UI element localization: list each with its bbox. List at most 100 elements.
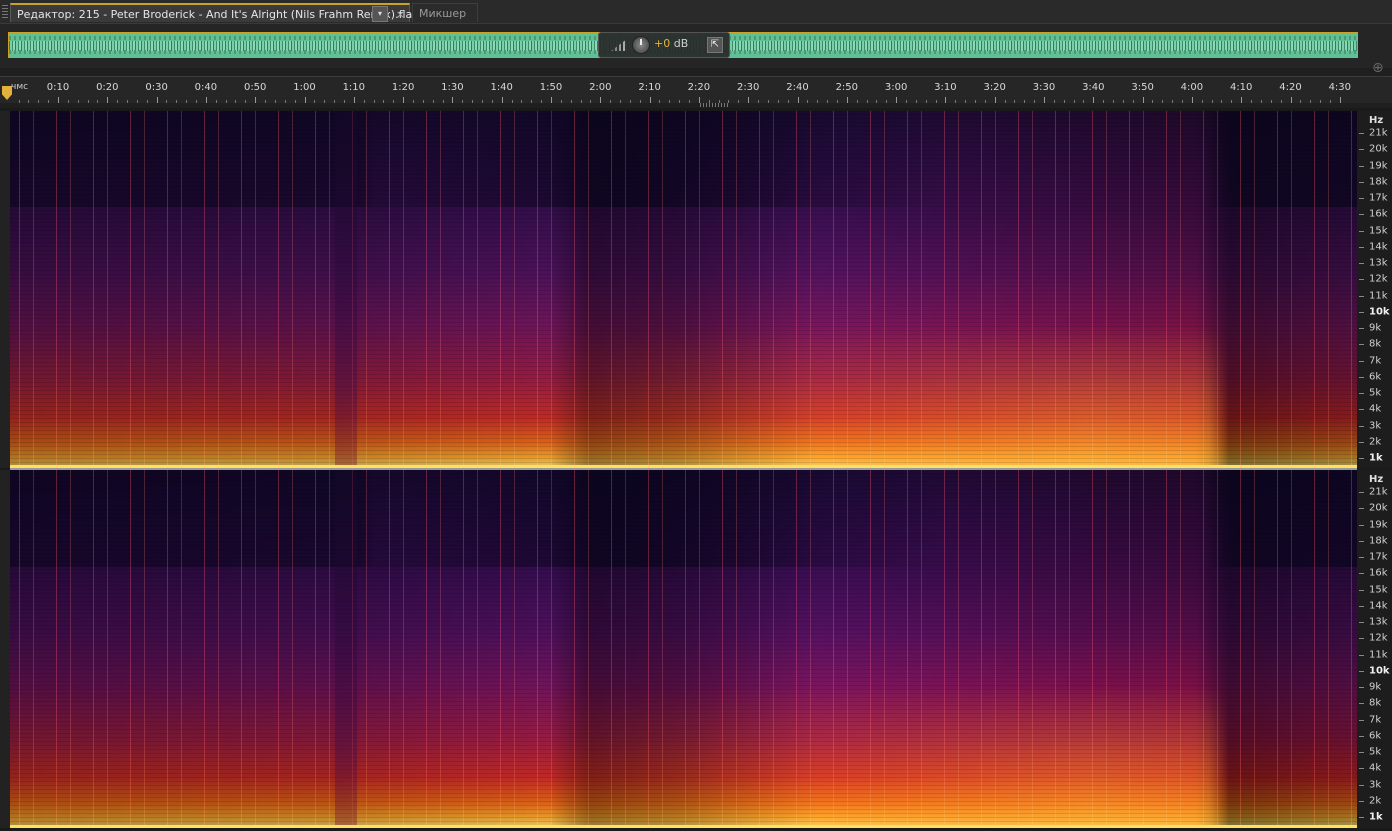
timeline-tick-label: 0:40 bbox=[194, 82, 218, 93]
timeline-tick-major bbox=[156, 97, 158, 103]
frequency-label: 2k bbox=[1369, 436, 1382, 448]
timeline-tick-minor bbox=[856, 100, 858, 103]
frequency-label: 16k bbox=[1369, 208, 1388, 220]
timeline-tick-label: 3:00 bbox=[884, 82, 908, 93]
timeline-tick-minor bbox=[1182, 100, 1184, 103]
frequency-label: 6k bbox=[1369, 730, 1382, 742]
frequency-unit: Hz bbox=[1369, 474, 1384, 485]
timeline-tick-minor bbox=[886, 100, 888, 103]
timeline-ruler[interactable]: чмс 0:10 0:20 0:30 0:40 0:50 1:00 1:10 1:20 1:30… bbox=[0, 76, 1392, 176]
timeline-tick-label: 2:20 bbox=[687, 82, 711, 93]
timeline-tick-major bbox=[1142, 97, 1144, 103]
close-icon[interactable]: × bbox=[396, 5, 405, 24]
frequency-unit: Hz bbox=[1369, 115, 1384, 126]
spectrogram-baseline bbox=[10, 825, 1357, 828]
tab-editor-label: Редактор: 215 - Peter Broderick - And It… bbox=[17, 8, 419, 21]
frequency-label: 2k bbox=[1369, 795, 1382, 807]
timeline-tick-minor bbox=[373, 100, 375, 103]
frequency-tick bbox=[1359, 181, 1364, 183]
chevron-down-icon[interactable]: ▾ bbox=[372, 6, 388, 22]
timeline-tick-label: 0:50 bbox=[243, 82, 267, 93]
frequency-tick bbox=[1359, 328, 1364, 329]
frequency-label: 19k bbox=[1369, 160, 1388, 171]
spectrogram-gap bbox=[335, 111, 357, 468]
timeline-tick-minor bbox=[1320, 100, 1322, 103]
frequency-label: 1k bbox=[1369, 811, 1383, 823]
frequency-label: 20k bbox=[1369, 502, 1388, 514]
timeline-tick-major bbox=[107, 97, 109, 103]
frequency-tick bbox=[1359, 768, 1364, 770]
frequency-label: 5k bbox=[1369, 387, 1382, 399]
spectral-view[interactable]: Hz 21k 20k 19k 18k 17k 16k 15k 14k 13k 12k 11k 10k 9… bbox=[0, 108, 1392, 831]
timeline-tick-minor bbox=[1231, 100, 1233, 103]
timeline-tick-label: 3:40 bbox=[1082, 82, 1105, 93]
volume-hud: +0 dB ⇱ bbox=[598, 32, 730, 58]
frequency-label: 3k bbox=[1369, 779, 1382, 790]
timeline-tick-minor bbox=[580, 100, 582, 103]
frequency-tick bbox=[1359, 557, 1364, 558]
spectrogram-harmonics bbox=[10, 470, 1357, 828]
timeline-tick-minor bbox=[215, 100, 217, 103]
tab-editor[interactable]: Редактор: 215 - Peter Broderick - And It… bbox=[10, 3, 418, 24]
timeline-tick-minor bbox=[127, 100, 129, 103]
timeline-tick-minor bbox=[1162, 100, 1164, 103]
timeline-tick-minor bbox=[97, 100, 99, 103]
volume-knob[interactable] bbox=[632, 36, 650, 54]
timeline-tick-minor bbox=[38, 100, 40, 103]
timeline-tick-minor bbox=[955, 100, 957, 103]
timeline-tick-label: 4:10 bbox=[1229, 82, 1253, 93]
frequency-label: 21k bbox=[1369, 127, 1388, 139]
timeline-tick-minor bbox=[225, 100, 227, 103]
frequency-label: 14k bbox=[1369, 600, 1388, 612]
timeline-tick-minor bbox=[1251, 100, 1253, 103]
timeline-tick-label: 3:30 bbox=[1032, 82, 1056, 93]
timeline-tick-major bbox=[353, 97, 355, 103]
timeline-tick-minor bbox=[383, 100, 385, 103]
timeline-tick-minor bbox=[28, 100, 30, 103]
frequency-tick bbox=[1359, 149, 1364, 151]
timeline-tick-minor bbox=[412, 100, 414, 103]
timeline-tick-label: 0:10 bbox=[46, 82, 70, 93]
frequency-tick bbox=[1359, 295, 1364, 297]
timeline-tick-minor bbox=[1024, 100, 1026, 103]
timeline-tick-minor bbox=[610, 100, 612, 103]
timeline-tick-minor bbox=[334, 100, 336, 103]
timeline-tick-minor bbox=[472, 100, 474, 103]
timeline-tick-minor bbox=[1300, 100, 1302, 103]
timeline-tick-label: 1:10 bbox=[342, 82, 366, 93]
timeline-tick-minor bbox=[629, 100, 631, 103]
timeline-tick-major bbox=[1044, 97, 1045, 103]
timeline-tick-label: 1:20 bbox=[391, 82, 415, 93]
frequency-tick bbox=[1359, 784, 1364, 786]
timeline-tick-label: 3:20 bbox=[983, 82, 1006, 93]
zoom-icon[interactable]: ⊕ bbox=[1372, 60, 1384, 76]
timeline-tick-minor bbox=[324, 100, 326, 103]
timeline-tick-minor bbox=[432, 100, 434, 103]
timeline-tick-label: 1:00 bbox=[293, 82, 316, 93]
volume-value: +0 bbox=[654, 37, 671, 50]
timeline-tick-minor bbox=[1103, 100, 1105, 103]
timeline-tick-minor bbox=[481, 100, 483, 103]
timeline-tick-label: 3:50 bbox=[1131, 82, 1154, 93]
timeline-tick-minor bbox=[343, 100, 345, 103]
frequency-tick bbox=[1359, 198, 1364, 199]
timeline-tick-major bbox=[748, 97, 750, 103]
timeline-tick-minor bbox=[1211, 100, 1213, 103]
timeline-tick-minor bbox=[777, 100, 779, 103]
level-meter-icon bbox=[611, 39, 627, 51]
timeline-tick-minor bbox=[925, 100, 927, 103]
timeline-tick-minor bbox=[1034, 100, 1036, 103]
timeline-tick-major bbox=[994, 97, 996, 103]
timeline-tick-major bbox=[649, 97, 651, 103]
resize-grip-icon[interactable] bbox=[700, 103, 728, 107]
timeline-tick-minor bbox=[491, 100, 493, 103]
spectrogram-channel-right[interactable] bbox=[10, 470, 1357, 828]
spectrogram-channel-left[interactable] bbox=[10, 111, 1357, 468]
pin-icon[interactable]: ⇱ bbox=[707, 37, 723, 53]
frequency-tick bbox=[1359, 409, 1364, 411]
timeline-tick-minor bbox=[1063, 100, 1065, 103]
tab-mixer[interactable]: Микшер bbox=[412, 3, 478, 22]
timeline-tick-minor bbox=[196, 100, 198, 103]
frequency-tick bbox=[1359, 638, 1364, 640]
panel-grip-icon[interactable] bbox=[2, 5, 8, 18]
